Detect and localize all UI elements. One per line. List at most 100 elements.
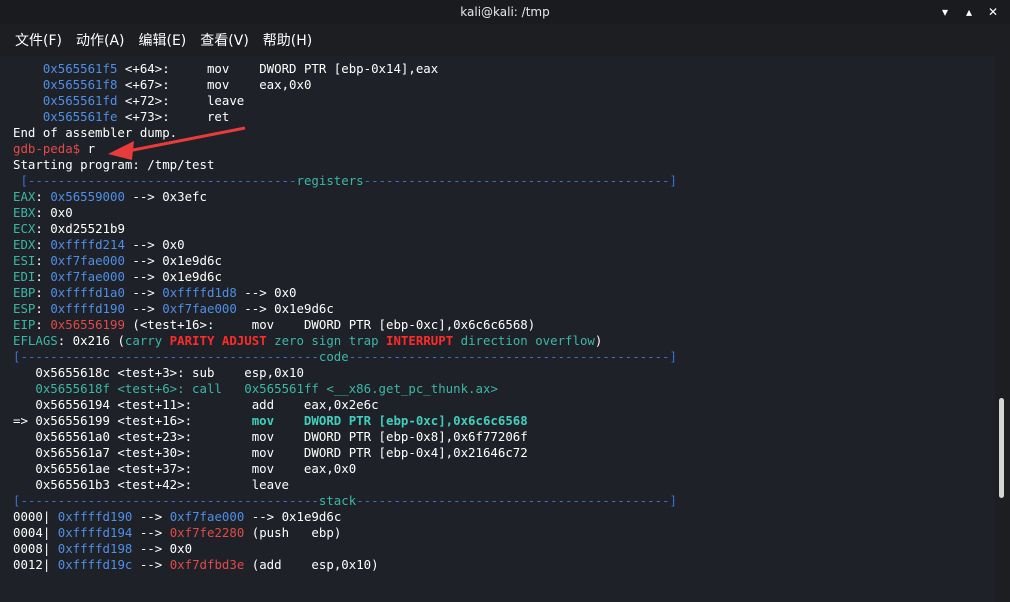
- terminal-text: :: [35, 189, 51, 204]
- window-controls: ▾ ▴ ✕: [936, 3, 1002, 21]
- terminal-output[interactable]: 0x565561f5 <+64>: mov DWORD PTR [ebp-0x1…: [0, 56, 995, 602]
- terminal-text: gdb-peda$: [13, 141, 88, 156]
- terminal-text: 0x565561b3 <test+42>: leave: [13, 477, 290, 492]
- menu-bar: 文件(F) 动作(A) 编辑(E) 查看(V) 帮助(H): [0, 24, 1010, 56]
- terminal-line: 0x565561fe <+73>: ret: [13, 109, 677, 125]
- terminal-text: 0xffffd214: [50, 237, 125, 252]
- terminal-text: <+73>: ret: [117, 109, 230, 124]
- terminal-text: (push ebp): [244, 525, 342, 540]
- terminal-line: EAX: 0x56559000 --> 0x3efc: [13, 189, 677, 205]
- terminal-text: :: [35, 317, 51, 332]
- terminal-line: 0x565561a0 <test+23>: mov DWORD PTR [ebp…: [13, 429, 677, 445]
- terminal-line: => 0x56556199 <test+16>: mov DWORD PTR […: [13, 413, 677, 429]
- terminal-text: -->: [132, 509, 170, 524]
- terminal-line: EDX: 0xffffd214 --> 0x0: [13, 237, 677, 253]
- terminal-text: <+72>: leave: [117, 93, 245, 108]
- terminal-text: :: [35, 253, 51, 268]
- menu-actions[interactable]: 动作(A): [69, 26, 132, 54]
- terminal-line: ESI: 0xf7fae000 --> 0x1e9d6c: [13, 253, 677, 269]
- terminal-text: carry: [124, 333, 170, 348]
- terminal-text: 0x56556199: [50, 317, 125, 332]
- terminal-text: -->: [132, 557, 170, 572]
- terminal-text: r: [87, 141, 96, 156]
- terminal-text: 0x565561f8: [42, 77, 118, 92]
- terminal-text: call 0x565561ff <__x86.get_pc_thunk.ax>: [192, 381, 498, 396]
- terminal-text: ECX: [13, 221, 36, 236]
- terminal-text: 0xffffd190: [50, 301, 125, 316]
- terminal-text: --> 0x3efc: [124, 189, 207, 204]
- terminal-text: --> 0x1e9d6c: [244, 509, 342, 524]
- terminal-text: [: [13, 173, 28, 188]
- terminal-text: 0xffffd1a0: [50, 285, 125, 300]
- terminal-text: ----------------------------------------: [20, 493, 319, 508]
- terminal-text: PARITY ADJUST: [169, 333, 267, 348]
- terminal-text: registers: [296, 173, 364, 188]
- terminal-text: 0xffffd190: [57, 509, 133, 524]
- terminal-text: 0xf7fe2280: [169, 525, 245, 540]
- terminal-line: EBP: 0xffffd1a0 --> 0xffffd1d8 --> 0x0: [13, 285, 677, 301]
- terminal-text: 0xf7fae000: [50, 269, 125, 284]
- terminal-text: <+67>: mov eax,0x0: [117, 77, 312, 92]
- terminal-text: EAX: [13, 189, 36, 204]
- menu-view[interactable]: 查看(V): [193, 26, 256, 54]
- terminal-line: 0012| 0xffffd19c --> 0xf7dfbd3e (add esp…: [13, 557, 677, 573]
- terminal-text: 0012|: [13, 557, 58, 572]
- terminal-lines: 0x565561f5 <+64>: mov DWORD PTR [ebp-0x1…: [13, 61, 677, 573]
- close-icon[interactable]: ✕: [984, 3, 1002, 21]
- maximize-icon[interactable]: ▴: [960, 3, 978, 21]
- terminal-text: 0xf7fae000: [50, 253, 125, 268]
- terminal-text: (<test+16>: mov DWORD PTR [ebp-0xc],0x6c…: [124, 317, 536, 332]
- terminal-line: 0x565561f8 <+67>: mov eax,0x0: [13, 77, 677, 93]
- terminal-text: : 0xd25521b9: [35, 221, 125, 236]
- menu-edit[interactable]: 编辑(E): [132, 26, 194, 54]
- terminal-line: 0x565561a7 <test+30>: mov DWORD PTR [ebp…: [13, 445, 677, 461]
- terminal-text: 0x565561ae <test+37>: mov eax,0x0: [13, 461, 357, 476]
- terminal-text: 0xffffd19c: [57, 557, 133, 572]
- terminal-line: End of assembler dump.: [13, 125, 677, 141]
- terminal-text: : 0x216 (: [57, 333, 125, 348]
- terminal-text: 0xffffd198: [57, 541, 133, 556]
- terminal-text: ESI: [13, 253, 36, 268]
- terminal-text: EBX: [13, 205, 36, 220]
- terminal-line: 0x565561fd <+72>: leave: [13, 93, 677, 109]
- terminal-line: EDI: 0xf7fae000 --> 0x1e9d6c: [13, 269, 677, 285]
- terminal-text: ----------------------------------------: [20, 349, 319, 364]
- terminal-text: 0xf7dfbd3e: [169, 557, 245, 572]
- terminal-line: 0x565561ae <test+37>: mov eax,0x0: [13, 461, 677, 477]
- terminal-text: --> 0x0: [236, 285, 297, 300]
- terminal-text: :: [35, 285, 51, 300]
- terminal-text: Starting program: /tmp/test: [13, 157, 215, 172]
- terminal-line: Starting program: /tmp/test: [13, 157, 677, 173]
- terminal-text: :: [35, 301, 51, 316]
- terminal-text: ESP: [13, 301, 36, 316]
- terminal-line: EIP: 0x56556199 (<test+16>: mov DWORD PT…: [13, 317, 677, 333]
- terminal-text: 0x56559000: [50, 189, 125, 204]
- terminal-text: <+64>: mov DWORD PTR [ebp-0x14],eax: [117, 61, 439, 76]
- terminal-line: ECX: 0xd25521b9: [13, 221, 677, 237]
- terminal-line: 0x565561b3 <test+42>: leave: [13, 477, 677, 493]
- menu-file[interactable]: 文件(F): [8, 26, 69, 54]
- minimize-icon[interactable]: ▾: [936, 3, 954, 21]
- terminal-text: ): [594, 333, 603, 348]
- terminal-text: 0x565561a7 <test+30>: mov DWORD PTR [ebp…: [13, 445, 528, 460]
- menu-help[interactable]: 帮助(H): [256, 26, 319, 54]
- terminal-text: EFLAGS: [13, 333, 58, 348]
- scrollbar-thumb[interactable]: [999, 398, 1004, 498]
- terminal-line: EBX: 0x0: [13, 205, 677, 221]
- terminal-text: stack: [318, 493, 357, 508]
- terminal-text: 0000|: [13, 509, 58, 524]
- terminal-text: -->: [132, 525, 170, 540]
- terminal-line: ESP: 0xffffd190 --> 0xf7fae000 --> 0x1e9…: [13, 301, 677, 317]
- terminal-line: [---------------------------------------…: [13, 349, 677, 365]
- terminal-text: 0x565561f5: [42, 61, 118, 76]
- terminal-text: 0004|: [13, 525, 58, 540]
- terminal-text: :: [35, 269, 51, 284]
- terminal-scrollbar[interactable]: [995, 56, 1010, 602]
- terminal-line: 0008| 0xffffd198 --> 0x0: [13, 541, 677, 557]
- terminal-line: 0x5655618f <test+6>: call 0x565561ff <__…: [13, 381, 677, 397]
- title-bar: kali@kali: /tmp ▾ ▴ ✕: [0, 0, 1010, 24]
